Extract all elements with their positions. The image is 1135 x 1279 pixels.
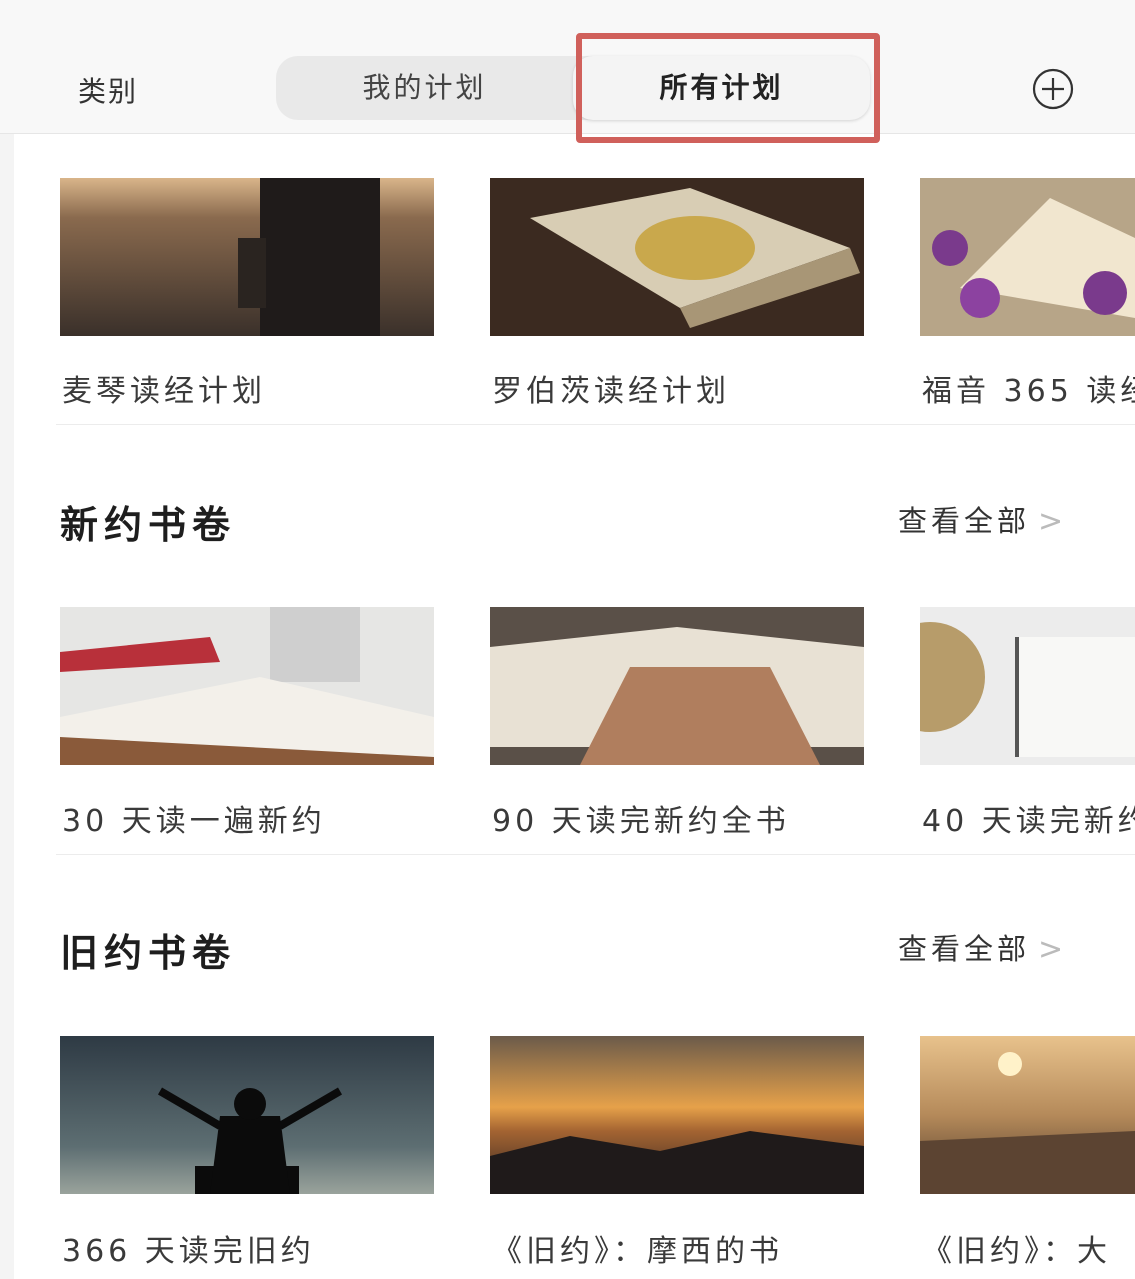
plan-card-title[interactable]: 30 天读一遍新约 <box>62 796 442 840</box>
plan-segmented-control: 我的计划 所有计划 <box>276 56 870 120</box>
plan-card-title[interactable]: 366 天读完旧约 <box>62 1226 442 1270</box>
top-nav-bar: 类别 我的计划 所有计划 <box>0 0 1135 143</box>
plus-circle-icon[interactable] <box>1023 66 1083 112</box>
category-button[interactable]: 类别 <box>78 70 138 110</box>
tab-my-plans[interactable]: 我的计划 <box>276 56 573 120</box>
plan-card-image[interactable] <box>920 1036 1135 1194</box>
plan-card-title[interactable]: 《旧约》：大 <box>922 1226 1135 1270</box>
plan-card-title[interactable]: 40 天读完新约 <box>922 796 1135 840</box>
plan-card-image[interactable] <box>60 1036 434 1194</box>
section-title: 旧约书卷 <box>60 931 237 975</box>
plan-card-title[interactable]: 《旧约》：摩西的书 <box>492 1226 872 1270</box>
plan-card-image[interactable] <box>490 178 864 336</box>
plan-card-title[interactable]: 罗伯茨读经计划 <box>492 366 872 410</box>
plan-card-image[interactable] <box>920 178 1135 336</box>
section-title: 新约书卷 <box>60 503 237 547</box>
left-edge <box>0 0 14 1279</box>
see-all-label: 查看全部 <box>898 932 1031 966</box>
see-all-label: 查看全部 <box>898 504 1031 538</box>
plan-card-image[interactable] <box>490 1036 864 1194</box>
plan-card-title[interactable]: 福音 365 读经 <box>922 366 1135 410</box>
plan-card-image[interactable] <box>490 607 864 765</box>
section-divider <box>56 424 1135 425</box>
chevron-right-icon: > <box>1038 932 1064 967</box>
plan-card-image[interactable] <box>920 607 1135 765</box>
section-divider <box>56 854 1135 855</box>
see-all-link[interactable]: 查看全部 > <box>898 498 1063 540</box>
plan-card-image[interactable] <box>60 178 434 336</box>
plan-card-image[interactable] <box>60 607 434 765</box>
plan-card-title[interactable]: 90 天读完新约全书 <box>492 796 872 840</box>
plan-card-title[interactable]: 麦琴读经计划 <box>62 366 442 410</box>
chevron-right-icon: > <box>1038 504 1064 539</box>
tab-all-plans[interactable]: 所有计划 <box>573 56 870 120</box>
see-all-link[interactable]: 查看全部 > <box>898 926 1063 968</box>
